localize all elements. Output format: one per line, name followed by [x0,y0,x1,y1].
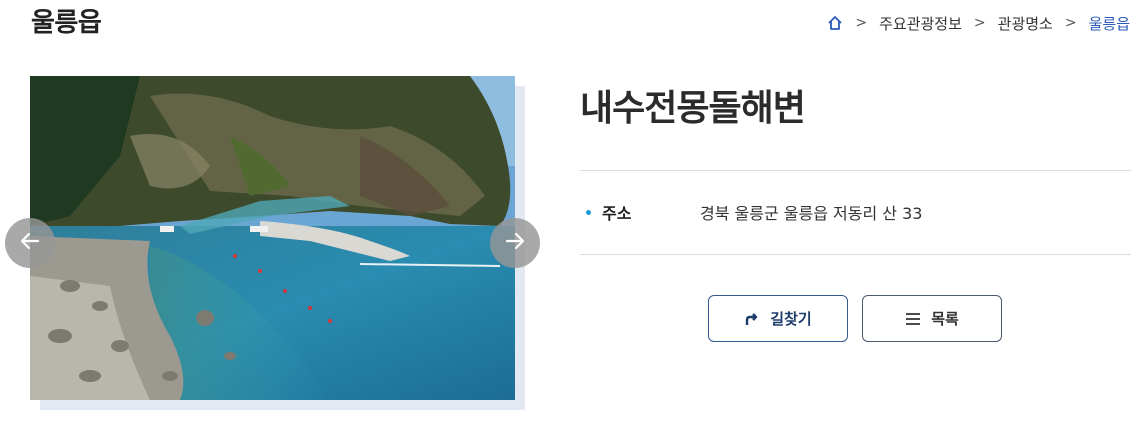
address-value: 경북 울릉군 울릉읍 저동리 산 33 [700,204,923,223]
page-title: 울릉읍 [31,8,102,38]
list-button[interactable]: 목록 [862,295,1002,342]
arrow-right-icon [503,229,527,257]
directions-label: 길찾기 [770,310,812,328]
turn-right-arrow-icon [744,311,760,327]
menu-lines-icon [905,312,921,326]
breadcrumb: > 주요관광정보 > 관광명소 > 울릉읍 [827,10,1130,36]
breadcrumb-item-attractions[interactable]: 관광명소 [998,13,1053,34]
photo-gallery [5,76,540,410]
spot-title: 내수전몽돌해변 [580,88,806,129]
breadcrumb-item-tourism-info[interactable]: 주요관광정보 [879,13,962,34]
home-icon[interactable] [827,15,843,31]
bullet-dot [586,209,591,215]
address-label: 주소 [602,204,632,223]
divider [580,254,1131,255]
breadcrumb-item-current[interactable]: 울릉읍 [1089,13,1130,34]
address-row: 주소 경북 울릉군 울릉읍 저동리 산 33 [586,200,922,224]
breadcrumb-separator: > [973,15,986,31]
list-label: 목록 [931,310,959,328]
arrow-left-icon [18,229,42,257]
breadcrumb-separator: > [1064,15,1077,31]
gallery-prev-button[interactable] [5,218,55,268]
breadcrumb-separator: > [855,15,868,31]
divider [580,170,1131,171]
gallery-next-button[interactable] [490,218,540,268]
directions-button[interactable]: 길찾기 [708,295,848,342]
beach-photo [30,76,515,400]
